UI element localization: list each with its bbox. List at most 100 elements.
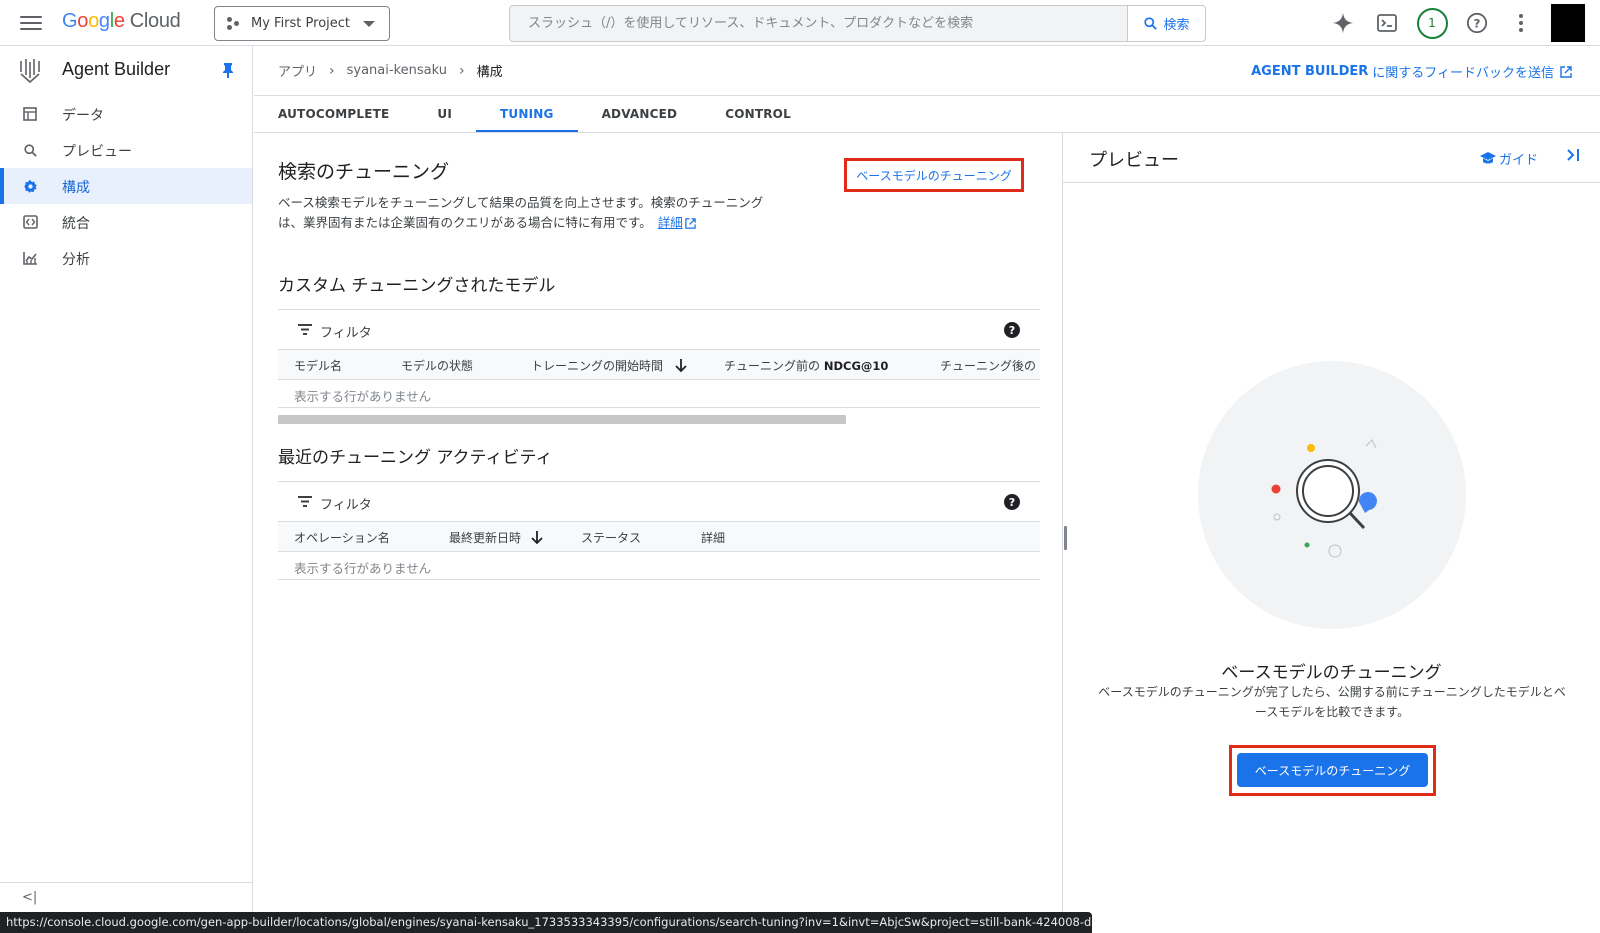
search-icon <box>1144 17 1158 30</box>
chart-icon <box>22 250 38 266</box>
project-icon <box>227 16 241 31</box>
tab-autocomplete[interactable]: AUTOCOMPLETE <box>254 96 413 132</box>
notifications-badge[interactable]: 1 <box>1409 0 1455 46</box>
main-menu-icon[interactable] <box>20 13 42 33</box>
column-model-state[interactable]: モデルの状態 <box>401 357 473 374</box>
arrow-down-icon <box>531 531 543 545</box>
empty-state: 表示する行がありません <box>278 379 1040 408</box>
horizontal-scrollbar[interactable] <box>278 415 846 424</box>
project-name: My First Project <box>251 16 351 31</box>
sidebar-item-configuration[interactable]: 構成 <box>0 168 252 204</box>
column-last-updated[interactable]: 最終更新日時 <box>449 529 543 546</box>
preview-title: プレビュー <box>1089 150 1179 171</box>
sidebar-item-label: 分析 <box>62 252 90 268</box>
column-label: チューニング前の <box>724 359 821 373</box>
sidebar-item-integration[interactable]: 統合 <box>0 204 252 240</box>
preview-description: ベースモデルのチューニングが完了したら、公開する前にチューニングしたモデルとベー… <box>1098 685 1566 719</box>
tab-advanced[interactable]: ADVANCED <box>578 96 702 132</box>
empty-text: 表示する行がありません <box>294 389 432 404</box>
tab-tuning[interactable]: TUNING <box>476 96 578 132</box>
tab-ui[interactable]: UI <box>413 96 476 132</box>
tabs-divider <box>254 132 1600 133</box>
breadcrumb-current: 構成 <box>476 65 503 80</box>
more-vert-icon[interactable] <box>1499 0 1543 46</box>
sidebar-item-data[interactable]: データ <box>0 96 252 132</box>
config-tabs: AUTOCOMPLETE UI TUNING ADVANCED CONTROL <box>254 96 815 132</box>
sidebar-item-label: 統合 <box>62 216 90 232</box>
search-bar: 検索 <box>509 5 1206 42</box>
project-picker[interactable]: My First Project <box>214 6 390 41</box>
column-status[interactable]: ステータス <box>581 529 641 546</box>
column-label: 最終更新日時 <box>449 531 522 545</box>
filter-icon <box>298 324 312 335</box>
chevron-right-icon: › <box>329 62 335 79</box>
link-status-bar: https://console.cloud.google.com/gen-app… <box>0 912 1092 933</box>
cloud-shell-icon[interactable] <box>1365 0 1409 46</box>
guide-label: ガイド <box>1499 153 1539 168</box>
sidebar-item-label: 構成 <box>62 180 90 196</box>
open-in-new-icon <box>685 218 696 229</box>
sidebar-header: Agent Builder <box>0 46 252 96</box>
resize-handle[interactable] <box>1064 526 1067 550</box>
gemini-icon[interactable] <box>1321 0 1365 46</box>
base-model-tuning-button[interactable]: ベースモデルのチューニング <box>1237 753 1428 787</box>
chevron-right-icon: › <box>458 62 465 79</box>
arrow-down-icon <box>675 359 687 373</box>
svg-text:?: ? <box>1474 17 1481 31</box>
column-metric: NDCG@10 <box>823 359 889 373</box>
feedback-text: に関するフィードバックを送信 <box>1372 66 1554 81</box>
sidebar-item-analytics[interactable]: 分析 <box>0 240 252 276</box>
collapse-panel-icon[interactable] <box>1566 148 1580 162</box>
column-label: トレーニングの開始時間 <box>531 359 664 373</box>
product-title: Agent Builder <box>62 59 171 79</box>
page-title: 検索のチューニング <box>278 161 450 183</box>
column-ndcg-after[interactable]: チューニング後の <box>940 357 1036 374</box>
google-cloud-logo[interactable]: Google Cloud <box>62 10 181 33</box>
filter-icon <box>298 496 312 507</box>
help-icon[interactable]: ? <box>1004 322 1020 338</box>
code-icon <box>22 214 38 230</box>
details-link[interactable]: 詳細 <box>658 215 683 230</box>
column-ndcg-before[interactable]: チューニング前の NDCG@10 <box>724 357 888 374</box>
table-header: モデル名 モデルの状態 トレーニングの開始時間 チューニング前の NDCG@10… <box>278 349 1040 379</box>
breadcrumb-apps[interactable]: アプリ <box>278 61 317 80</box>
breadcrumb-app[interactable]: syanai-kensaku <box>347 63 447 78</box>
help-icon[interactable]: ? <box>1455 0 1499 46</box>
search-icon <box>22 142 38 158</box>
tuning-description: ベース検索モデルをチューニングして結果の品質を向上させます。検索のチューニングは… <box>278 193 788 233</box>
column-model-name[interactable]: モデル名 <box>294 357 342 374</box>
guide-link[interactable]: ガイド <box>1480 149 1538 168</box>
base-model-tuning-link[interactable]: ベースモデルのチューニング <box>844 158 1024 192</box>
column-training-start[interactable]: トレーニングの開始時間 <box>531 357 687 374</box>
custom-models-table: フィルタ ? モデル名 モデルの状態 トレーニングの開始時間 チューニング前の … <box>278 309 1040 408</box>
recent-activity-table: フィルタ ? オペレーション名 最終更新日時 ステータス 詳細 表示する行があり… <box>278 481 1040 580</box>
pin-icon[interactable] <box>222 62 234 78</box>
empty-state: 表示する行がありません <box>278 551 1040 580</box>
preview-heading: ベースモデルのチューニング <box>1221 663 1442 683</box>
tab-control[interactable]: CONTROL <box>701 96 815 132</box>
preview-header-divider <box>1063 182 1600 183</box>
gear-icon <box>22 178 38 194</box>
search-input[interactable] <box>510 6 1127 41</box>
agent-builder-logo-icon <box>20 59 40 84</box>
column-details[interactable]: 詳細 <box>701 529 725 546</box>
chevron-down-icon <box>363 21 375 27</box>
data-table-icon <box>22 106 38 122</box>
filter-label: フィルタ <box>320 326 372 341</box>
column-operation-name[interactable]: オペレーション名 <box>294 529 390 546</box>
help-icon[interactable]: ? <box>1004 494 1020 510</box>
avatar[interactable] <box>1551 4 1585 42</box>
feedback-link[interactable]: AGENT BUILDER に関するフィードバックを送信 <box>1251 62 1572 81</box>
top-bar: GoogleCloud My First Project 検索 1 ? <box>0 0 1600 46</box>
sidebar-divider <box>0 882 252 883</box>
filter-bar[interactable]: フィルタ ? <box>278 481 1040 521</box>
filter-bar[interactable]: フィルタ ? <box>278 309 1040 349</box>
filter-label: フィルタ <box>320 498 372 513</box>
empty-text: 表示する行がありません <box>294 561 432 576</box>
breadcrumb: アプリ › syanai-kensaku › 構成 <box>278 61 503 81</box>
tuning-illustration <box>1198 361 1466 629</box>
custom-models-heading: カスタム チューニングされたモデル <box>278 276 556 296</box>
sidebar-item-preview[interactable]: プレビュー <box>0 132 252 168</box>
collapse-sidebar-icon[interactable]: <| <box>22 890 37 905</box>
search-button[interactable]: 検索 <box>1127 6 1205 41</box>
